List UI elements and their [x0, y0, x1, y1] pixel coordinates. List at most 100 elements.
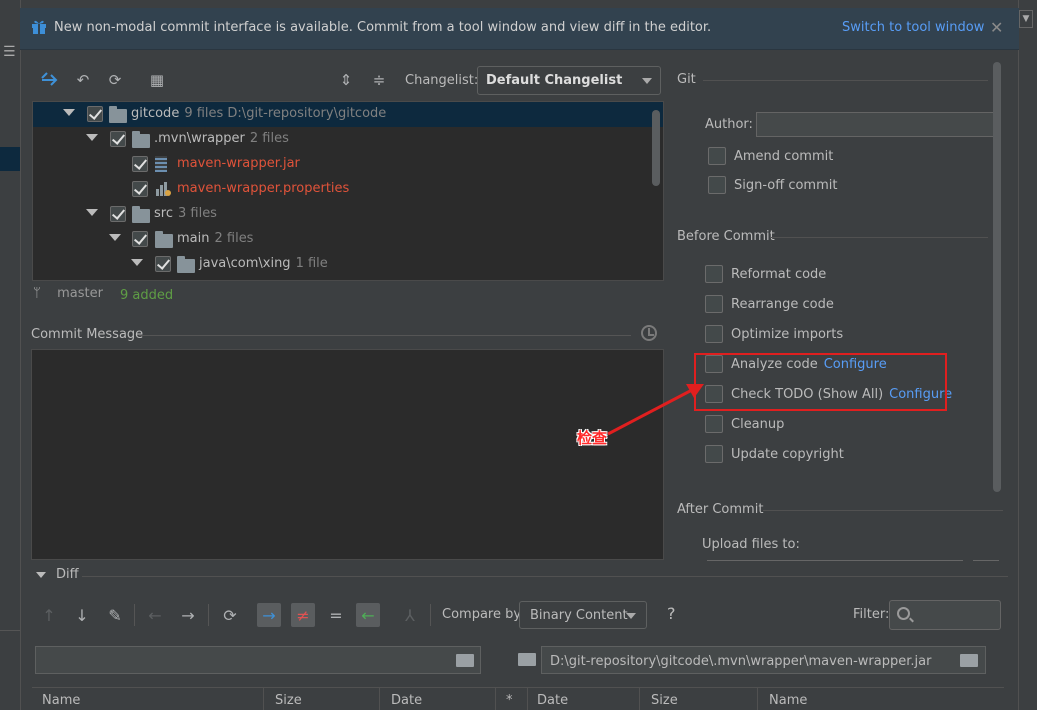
- signoff-checkbox[interactable]: [708, 176, 726, 194]
- author-field[interactable]: [756, 112, 998, 137]
- column-separator[interactable]: [527, 688, 528, 710]
- expand-arrow-icon[interactable]: [63, 109, 75, 116]
- banner-message: New non-modal commit interface is availa…: [54, 20, 712, 35]
- tree-item-name: gitcode: [131, 106, 180, 121]
- optimize-imports-label[interactable]: Optimize imports: [731, 327, 843, 342]
- expand-arrow-icon[interactable]: [109, 234, 121, 241]
- signoff-label[interactable]: Sign-off commit: [734, 178, 837, 193]
- branch-name: master: [57, 286, 103, 301]
- column-header[interactable]: Size: [275, 693, 302, 708]
- tree-row[interactable]: maven-wrapper.properties: [33, 177, 663, 202]
- filter-input[interactable]: [889, 600, 1001, 630]
- commit-message-input[interactable]: [31, 349, 664, 560]
- browse-folder-icon[interactable]: [456, 654, 474, 667]
- next-change-icon[interactable]: ↓: [70, 603, 94, 627]
- tree-row[interactable]: java\com\xing 1 file: [33, 252, 663, 277]
- jar-file-icon: [155, 156, 167, 172]
- divider: [82, 576, 1008, 577]
- changelist-combo[interactable]: Default Changelist: [477, 66, 661, 95]
- refresh-diff-icon[interactable]: ⟳: [218, 603, 242, 627]
- compare-by-label: Compare by:: [442, 607, 525, 622]
- switch-to-tool-window-link[interactable]: Switch to tool window: [842, 20, 984, 35]
- tree-row[interactable]: maven-wrapper.jar: [33, 152, 663, 177]
- checkbox[interactable]: [155, 256, 171, 272]
- checkbox[interactable]: [132, 156, 148, 172]
- column-separator[interactable]: [379, 688, 380, 710]
- collapse-all-icon[interactable]: ≑: [368, 69, 390, 91]
- chevron-down-icon: [642, 78, 652, 84]
- help-icon[interactable]: ?: [667, 604, 676, 623]
- options-scrollbar[interactable]: [993, 62, 1001, 492]
- tree-item-name: src: [154, 206, 173, 221]
- rearrange-label[interactable]: Rearrange code: [731, 297, 834, 312]
- prev-change-icon[interactable]: ↑: [37, 603, 61, 627]
- upload-button[interactable]: [973, 560, 999, 561]
- reformat-label[interactable]: Reformat code: [731, 267, 826, 282]
- prev-file-icon[interactable]: ←: [143, 603, 167, 627]
- browse-folder-icon[interactable]: [960, 654, 978, 667]
- tree-scrollbar[interactable]: [652, 110, 660, 186]
- expand-arrow-icon[interactable]: [131, 259, 143, 266]
- expand-arrow-icon[interactable]: [86, 209, 98, 216]
- sync-scroll-icon[interactable]: ⅄: [398, 603, 422, 627]
- refresh-icon[interactable]: ⟳: [104, 69, 126, 91]
- column-header[interactable]: Date: [537, 693, 568, 708]
- expand-arrow-icon[interactable]: [86, 134, 98, 141]
- left-path-field[interactable]: [35, 646, 481, 674]
- tree-row[interactable]: gitcode 9 files D:\git-repository\gitcode: [33, 102, 663, 127]
- checkbox[interactable]: [87, 106, 103, 122]
- expand-all-icon[interactable]: ⇕: [335, 69, 357, 91]
- checkbox[interactable]: [110, 206, 126, 222]
- structure-icon[interactable]: ☰: [3, 44, 17, 60]
- update-copyright-checkbox[interactable]: [705, 445, 723, 463]
- tree-row[interactable]: .mvn\wrapper 2 files: [33, 127, 663, 152]
- amend-checkbox[interactable]: [708, 147, 726, 165]
- folder-icon: [518, 653, 536, 666]
- column-separator[interactable]: [263, 688, 264, 710]
- tree-item-meta: 2 files: [214, 231, 254, 246]
- history-clock-icon[interactable]: [641, 325, 657, 341]
- next-file-icon[interactable]: →: [176, 603, 200, 627]
- dropdown-icon[interactable]: ▼: [1019, 10, 1033, 28]
- tree-row[interactable]: src 3 files: [33, 202, 663, 227]
- tree-item-name: main: [177, 231, 210, 246]
- ide-left-strip: ☰: [0, 0, 20, 710]
- changelist-label: Changelist:: [405, 73, 479, 88]
- compare-by-combo[interactable]: Binary Content: [519, 601, 647, 629]
- compare-right-icon[interactable]: ←: [356, 603, 380, 627]
- update-copyright-label[interactable]: Update copyright: [731, 447, 844, 462]
- rollback-icon[interactable]: ↶: [72, 69, 94, 91]
- column-header[interactable]: Name: [42, 693, 80, 708]
- checkbox[interactable]: [132, 231, 148, 247]
- show-diff-icon[interactable]: [38, 69, 60, 91]
- column-separator[interactable]: [757, 688, 758, 710]
- column-separator[interactable]: [495, 688, 496, 710]
- column-header[interactable]: Size: [651, 693, 678, 708]
- amend-label[interactable]: Amend commit: [734, 149, 833, 164]
- tree-row[interactable]: main 2 files: [33, 227, 663, 252]
- column-header[interactable]: *: [506, 693, 513, 708]
- rearrange-checkbox[interactable]: [705, 295, 723, 313]
- ide-right-strip: ▼: [1019, 0, 1037, 710]
- checkbox[interactable]: [132, 181, 148, 197]
- optimize-imports-checkbox[interactable]: [705, 325, 723, 343]
- reformat-checkbox[interactable]: [705, 265, 723, 283]
- changes-tree[interactable]: gitcode 9 files D:\git-repository\gitcode…: [32, 101, 664, 281]
- upload-combo[interactable]: [707, 560, 963, 561]
- cleanup-label[interactable]: Cleanup: [731, 417, 784, 432]
- edit-source-icon[interactable]: ✎: [103, 603, 127, 627]
- compare-left-icon[interactable]: →: [257, 603, 281, 627]
- collapse-diff-icon[interactable]: [36, 572, 46, 578]
- column-header[interactable]: Name: [769, 693, 807, 708]
- equal-icon[interactable]: =: [324, 603, 348, 627]
- branch-indicator[interactable]: ᛘ master: [33, 286, 103, 301]
- group-by-icon[interactable]: ▦: [146, 69, 168, 91]
- tree-item-meta: 1 file: [295, 256, 328, 271]
- close-icon[interactable]: ✕: [990, 18, 1003, 37]
- tree-item-name: maven-wrapper.jar: [177, 156, 300, 171]
- gift-icon: [32, 20, 46, 34]
- not-equal-icon[interactable]: ≠: [291, 603, 315, 627]
- column-header[interactable]: Date: [391, 693, 422, 708]
- checkbox[interactable]: [110, 131, 126, 147]
- column-separator[interactable]: [639, 688, 640, 710]
